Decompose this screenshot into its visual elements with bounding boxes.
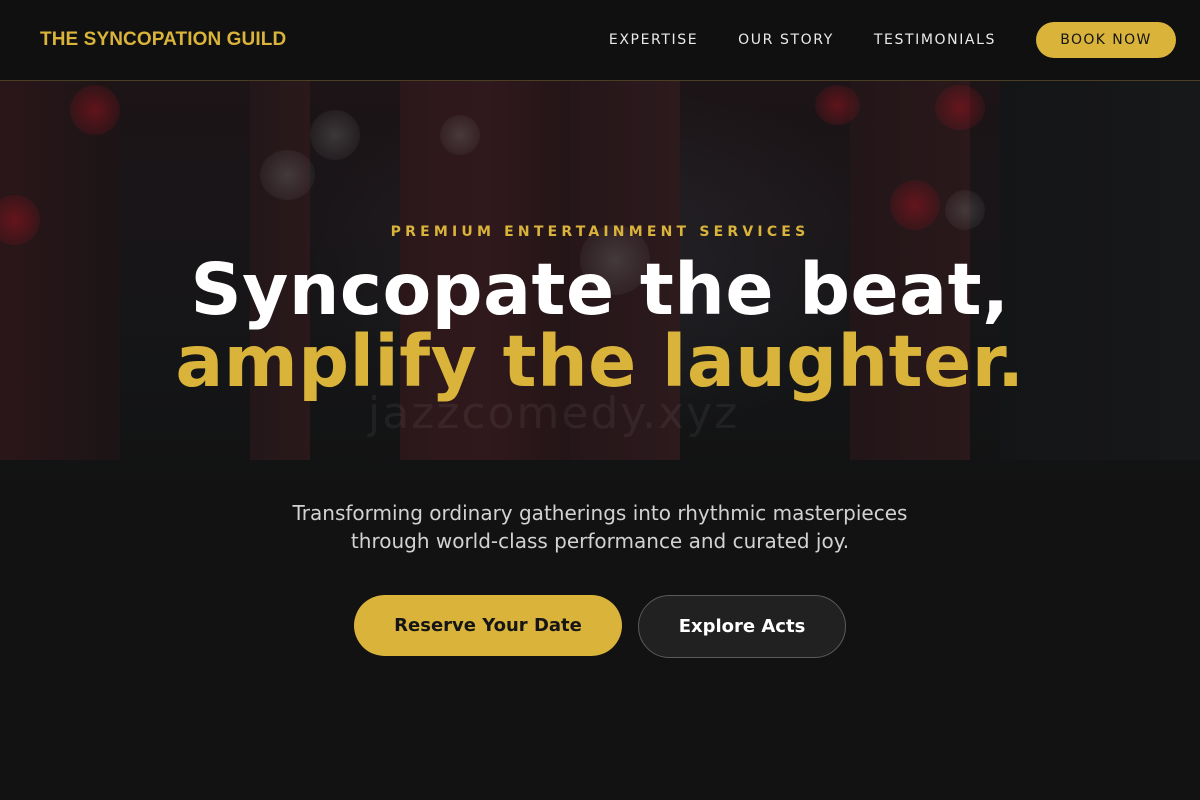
headline-accent-line: amplify the laughter.: [175, 320, 1025, 403]
reserve-date-button[interactable]: Reserve Your Date: [354, 595, 622, 656]
hero-eyebrow: PREMIUM ENTERTAINMENT SERVICES: [390, 224, 810, 240]
nav-link-expertise[interactable]: EXPERTISE: [609, 32, 698, 48]
primary-nav: EXPERTISE OUR STORY TESTIMONIALS BOOK NO…: [609, 22, 1176, 58]
hero-section: PREMIUM ENTERTAINMENT SERVICES Syncopate…: [0, 0, 1200, 800]
headline-primary-line: Syncopate the beat,: [190, 248, 1010, 331]
explore-acts-button[interactable]: Explore Acts: [638, 595, 846, 658]
hero-subtitle: Transforming ordinary gatherings into rh…: [292, 501, 908, 553]
brand-logo[interactable]: THE SYNCOPATION GUILD: [40, 29, 286, 51]
top-navigation-bar: THE SYNCOPATION GUILD EXPERTISE OUR STOR…: [0, 0, 1200, 81]
hero-cta-group: Reserve Your Date Explore Acts: [0, 595, 1200, 658]
nav-link-our-story[interactable]: OUR STORY: [738, 32, 834, 48]
nav-link-testimonials[interactable]: TESTIMONIALS: [874, 32, 996, 48]
hero-headline: Syncopate the beat, amplify the laughter…: [150, 254, 1050, 398]
book-now-button[interactable]: BOOK NOW: [1036, 22, 1176, 58]
